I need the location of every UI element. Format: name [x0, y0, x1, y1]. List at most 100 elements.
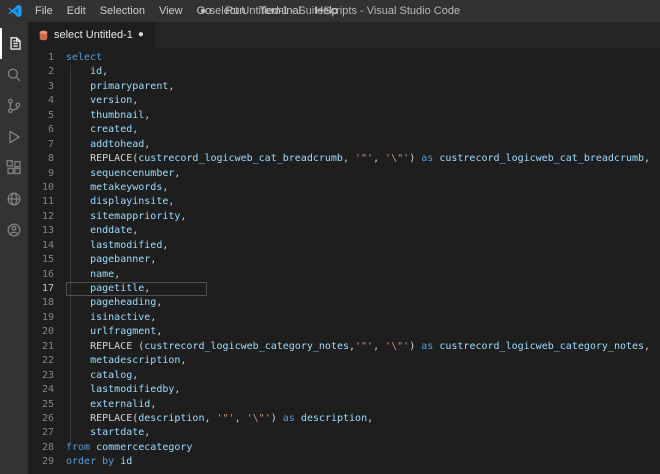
line-number[interactable]: 5 [28, 109, 66, 123]
remote-globe-icon[interactable] [0, 183, 28, 214]
code-line-22[interactable]: 22 metadescription, [28, 354, 660, 368]
code-line-27[interactable]: 27 startdate, [28, 426, 660, 440]
code-line-20[interactable]: 20 urlfragment, [28, 325, 660, 339]
code-line-2[interactable]: 2 id, [28, 65, 660, 79]
line-number[interactable]: 10 [28, 181, 66, 195]
code-line-10[interactable]: 10 metakeywords, [28, 181, 660, 195]
code-line-9[interactable]: 9 sequencenumber, [28, 167, 660, 181]
line-content: lastmodifiedby, [90, 384, 181, 396]
run-debug-icon[interactable] [0, 121, 28, 152]
code-line-21[interactable]: 21 REPLACE (custrecord_logicweb_category… [28, 340, 660, 354]
line-number[interactable]: 29 [28, 455, 66, 469]
line-number[interactable]: 25 [28, 398, 66, 412]
line-content: REPLACE(custrecord_logicweb_cat_breadcru… [66, 153, 651, 165]
line-content: from commercecategory [66, 441, 193, 453]
vscode-logo-icon [0, 4, 28, 18]
editor[interactable]: 1 select 2 id, 3 primaryparent, 4 version, 5 … [28, 48, 660, 474]
line-content: sitemappriority, [90, 210, 187, 222]
code-line-14[interactable]: 14 lastmodified, [28, 239, 660, 253]
line-content: lastmodified, [90, 239, 169, 251]
line-content: addtohead, [90, 138, 151, 150]
explorer-icon[interactable] [0, 28, 28, 59]
activity-bar [0, 22, 28, 474]
line-number[interactable]: 17 [28, 282, 66, 296]
line-content: pageheading, [90, 297, 163, 309]
code-line-4[interactable]: 4 version, [28, 94, 660, 108]
code-line-19[interactable]: 19 isinactive, [28, 311, 660, 325]
tab-label: select Untitled-1 [54, 29, 133, 41]
code-line-28[interactable]: 28 from commercecategory [28, 441, 660, 455]
menu-item-file[interactable]: File [28, 3, 60, 19]
menu-item-selection[interactable]: Selection [93, 3, 152, 19]
line-content: REPLACE (custrecord_logicweb_category_no… [66, 340, 651, 352]
line-content: enddate, [90, 225, 139, 237]
tab-select-untitled-1[interactable]: select Untitled-1 ● [28, 22, 155, 48]
code-line-8[interactable]: 8 REPLACE(custrecord_logicweb_cat_breadc… [28, 152, 660, 166]
code-line-29[interactable]: 29 order by id [28, 455, 660, 469]
sql-file-icon [38, 30, 49, 41]
source-control-icon[interactable] [0, 90, 28, 121]
line-number[interactable]: 12 [28, 210, 66, 224]
line-content: pagebanner, [90, 254, 157, 266]
line-number[interactable]: 24 [28, 383, 66, 397]
line-number[interactable]: 4 [28, 94, 66, 108]
title-bar: File Edit Selection View Go Run Terminal Help ●… [0, 0, 660, 22]
line-number[interactable]: 20 [28, 325, 66, 339]
code-line-24[interactable]: 24 lastmodifiedby, [28, 383, 660, 397]
line-number[interactable]: 26 [28, 412, 66, 426]
extensions-icon[interactable] [0, 152, 28, 183]
code-line-16[interactable]: 16 name, [28, 268, 660, 282]
code-line-25[interactable]: 25 externalid, [28, 398, 660, 412]
line-content: created, [90, 124, 139, 136]
line-content: id, [90, 66, 109, 78]
line-number[interactable]: 7 [28, 138, 66, 152]
line-number[interactable]: 15 [28, 253, 66, 267]
code-line-13[interactable]: 13 enddate, [28, 224, 660, 238]
code-line-18[interactable]: 18 pageheading, [28, 296, 660, 310]
modified-indicator: ● [137, 29, 144, 40]
code-line-11[interactable]: 11 displayinsite, [28, 195, 660, 209]
code-line-12[interactable]: 12 sitemappriority, [28, 210, 660, 224]
line-number[interactable]: 14 [28, 239, 66, 253]
menu-item-edit[interactable]: Edit [60, 3, 93, 19]
code-line-26[interactable]: 26 REPLACE(description, '"', '\"') as de… [28, 412, 660, 426]
line-content: metakeywords, [90, 181, 169, 193]
line-number[interactable]: 27 [28, 426, 66, 440]
line-number[interactable]: 19 [28, 311, 66, 325]
line-content: REPLACE(description, '"', '\"') as descr… [66, 412, 374, 424]
code-line-3[interactable]: 3 primaryparent, [28, 80, 660, 94]
code-line-6[interactable]: 6 created, [28, 123, 660, 137]
menu-item-view[interactable]: View [152, 3, 190, 19]
code-line-7[interactable]: 7 addtohead, [28, 138, 660, 152]
line-content: startdate, [90, 427, 151, 439]
line-content: sequencenumber, [90, 167, 181, 179]
line-number[interactable]: 9 [28, 167, 66, 181]
line-content: primaryparent, [90, 80, 175, 92]
line-number[interactable]: 3 [28, 80, 66, 94]
line-content: select [66, 52, 103, 63]
line-number[interactable]: 21 [28, 340, 66, 354]
line-content: isinactive, [90, 311, 157, 323]
code-line-1[interactable]: 1 select [28, 51, 660, 65]
line-content: metadescription, [90, 355, 187, 367]
line-number[interactable]: 13 [28, 224, 66, 238]
code-line-17[interactable]: 17 pagetitle, [28, 282, 660, 297]
line-number[interactable]: 1 [28, 51, 66, 65]
line-number[interactable]: 28 [28, 441, 66, 455]
search-icon[interactable] [0, 59, 28, 90]
line-number[interactable]: 2 [28, 65, 66, 79]
line-number[interactable]: 6 [28, 123, 66, 137]
line-number[interactable]: 8 [28, 152, 66, 166]
line-number[interactable]: 11 [28, 195, 66, 209]
line-number[interactable]: 23 [28, 369, 66, 383]
account-icon[interactable] [0, 214, 28, 245]
line-number[interactable]: 18 [28, 296, 66, 310]
workbench: select Untitled-1 ● 1 select 2 id, 3 primar… [0, 22, 660, 474]
line-number[interactable]: 22 [28, 354, 66, 368]
tab-bar: select Untitled-1 ● [28, 22, 660, 48]
code-line-5[interactable]: 5 thumbnail, [28, 109, 660, 123]
line-number[interactable]: 16 [28, 268, 66, 282]
code-line-15[interactable]: 15 pagebanner, [28, 253, 660, 267]
code-line-23[interactable]: 23 catalog, [28, 369, 660, 383]
line-content: urlfragment, [90, 326, 163, 338]
